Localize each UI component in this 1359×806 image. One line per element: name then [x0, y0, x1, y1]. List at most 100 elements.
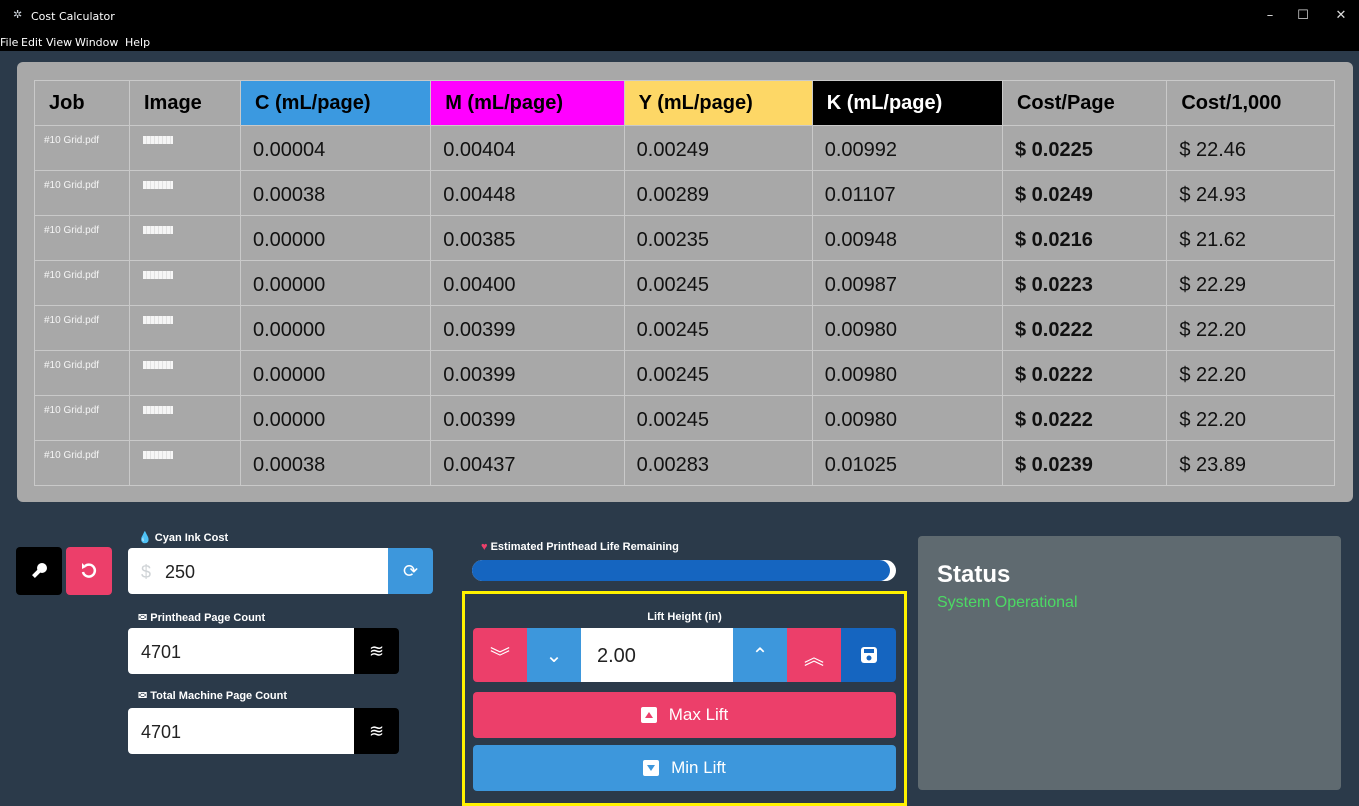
yellow-cell: 0.00245	[623, 305, 813, 351]
cyan-cell: 0.00000	[239, 395, 432, 441]
cost-1000-cell: $ 23.89	[1166, 440, 1335, 486]
droplet-icon: 💧	[138, 532, 152, 544]
app-icon: ✲	[13, 9, 23, 21]
yellow-cell: 0.00245	[623, 260, 813, 306]
maximize-button[interactable]: ☐	[1288, 6, 1318, 26]
lift-height-input[interactable]: 2.00	[581, 628, 733, 682]
table-row[interactable]: #10 Grid.pdf 0.00000 0.00399 0.00245 0.00980…	[34, 350, 1335, 396]
minimize-button[interactable]: –	[1255, 6, 1285, 26]
job-thumbnail	[143, 316, 173, 324]
save-lift-button[interactable]	[841, 628, 896, 682]
cost-page-cell: $ 0.0249	[1001, 170, 1168, 216]
table-row[interactable]: #10 Grid.pdf 0.00000 0.00399 0.00245 0.00980…	[34, 395, 1335, 441]
refresh-button[interactable]: ⟳	[388, 548, 433, 594]
magenta-cell: 0.00404	[430, 125, 625, 171]
magenta-cell: 0.00385	[430, 215, 625, 261]
black-cell: 0.01107	[811, 170, 1003, 216]
cost-page-cell: $ 0.0223	[1001, 260, 1168, 306]
header-job: Job	[34, 80, 130, 126]
yellow-cell: 0.00249	[623, 125, 813, 171]
header-cost-page: Cost/Page	[1001, 80, 1168, 126]
table-header-row: Job Image C (mL/page) M (mL/page) Y (mL/…	[34, 80, 1335, 126]
magenta-cell: 0.00437	[430, 440, 625, 486]
menu-bar: File Edit View Window Help	[0, 33, 1359, 51]
image-cell	[129, 440, 241, 486]
black-cell: 0.00987	[811, 260, 1003, 306]
printhead-count-settings-button[interactable]: ≋	[354, 628, 399, 674]
image-cell	[129, 305, 241, 351]
cyan-cell: 0.00038	[239, 440, 432, 486]
min-lift-label: Min Lift	[671, 758, 726, 777]
menu-file[interactable]: File	[0, 36, 18, 49]
image-cell	[129, 125, 241, 171]
table-row[interactable]: #10 Grid.pdf 0.00000 0.00385 0.00235 0.00948…	[34, 215, 1335, 261]
reset-button[interactable]	[66, 547, 112, 595]
jobs-table-panel: Job Image C (mL/page) M (mL/page) Y (mL/…	[17, 62, 1353, 502]
black-cell: 0.00980	[811, 395, 1003, 441]
sliders-icon: ≋	[368, 640, 385, 661]
save-icon	[860, 647, 877, 663]
black-cell: 0.01025	[811, 440, 1003, 486]
black-cell: 0.00992	[811, 125, 1003, 171]
lift-up-fast-button[interactable]: ︽	[787, 628, 841, 682]
chevron-up-icon: ⌃	[751, 644, 769, 667]
job-thumbnail	[143, 136, 173, 144]
table-row[interactable]: #10 Grid.pdf 0.00000 0.00399 0.00245 0.00980…	[34, 305, 1335, 351]
job-thumbnail	[143, 361, 173, 369]
image-cell	[129, 215, 241, 261]
table-row[interactable]: #10 Grid.pdf 0.00004 0.00404 0.00249 0.00992…	[34, 125, 1335, 171]
header-black: K (mL/page)	[811, 80, 1003, 126]
cyan-cell: 0.00000	[239, 305, 432, 351]
printhead-page-count-input[interactable]: 4701	[128, 628, 354, 674]
job-thumbnail	[143, 451, 173, 459]
cost-page-cell: $ 0.0225	[1001, 125, 1168, 171]
max-lift-button[interactable]: Max Lift	[473, 692, 896, 738]
caret-up-square-icon	[640, 707, 657, 723]
lift-height-label: Lift Height (in)	[647, 611, 722, 623]
header-cost-1000: Cost/1,000	[1166, 80, 1335, 126]
image-cell	[129, 395, 241, 441]
cost-1000-cell: $ 22.20	[1166, 305, 1335, 351]
job-thumbnail	[143, 406, 173, 414]
magenta-cell: 0.00399	[430, 395, 625, 441]
table-row[interactable]: #10 Grid.pdf 0.00038 0.00437 0.00283 0.01025…	[34, 440, 1335, 486]
yellow-cell: 0.00235	[623, 215, 813, 261]
cyan-cell: 0.00004	[239, 125, 432, 171]
lift-up-button[interactable]: ⌃	[733, 628, 787, 682]
table-row[interactable]: #10 Grid.pdf 0.00000 0.00400 0.00245 0.00987…	[34, 260, 1335, 306]
menu-window[interactable]: Window	[75, 36, 118, 49]
cyan-cell: 0.00000	[239, 215, 432, 261]
cost-1000-cell: $ 22.46	[1166, 125, 1335, 171]
black-cell: 0.00980	[811, 350, 1003, 396]
status-panel: Status System Operational	[918, 536, 1341, 790]
job-cell: #10 Grid.pdf	[34, 440, 130, 486]
cost-page-cell: $ 0.0222	[1001, 395, 1168, 441]
cost-page-cell: $ 0.0216	[1001, 215, 1168, 261]
job-cell: #10 Grid.pdf	[34, 125, 130, 171]
table-row[interactable]: #10 Grid.pdf 0.00038 0.00448 0.00289 0.01107…	[34, 170, 1335, 216]
printhead-page-count-label: ✉ Printhead Page Count	[138, 612, 266, 624]
lift-control-panel: Lift Height (in) ︾ ⌄ 2.00 ⌃ ︽ Max Lift M…	[462, 591, 907, 806]
cost-1000-cell: $ 22.29	[1166, 260, 1335, 306]
envelope-icon: ✉	[138, 690, 148, 702]
image-cell	[129, 170, 241, 216]
lift-down-button[interactable]: ⌄	[527, 628, 581, 682]
menu-view[interactable]: View	[46, 36, 72, 49]
refresh-icon: ⟳	[402, 560, 419, 581]
job-cell: #10 Grid.pdf	[34, 395, 130, 441]
cost-1000-cell: $ 22.20	[1166, 350, 1335, 396]
magenta-cell: 0.00399	[430, 350, 625, 396]
close-button[interactable]: ✕	[1326, 6, 1356, 26]
lift-down-fast-button[interactable]: ︾	[473, 628, 527, 682]
menu-help[interactable]: Help	[125, 36, 150, 49]
cyan-ink-cost-input[interactable]: $250	[128, 548, 388, 594]
key-button[interactable]	[16, 547, 62, 595]
cyan-ink-cost-label: 💧 Cyan Ink Cost	[138, 532, 229, 544]
menu-edit[interactable]: Edit	[21, 36, 42, 49]
job-cell: #10 Grid.pdf	[34, 305, 130, 351]
total-machine-page-count-input[interactable]: 4701	[128, 708, 354, 754]
job-thumbnail	[143, 181, 173, 189]
machine-count-settings-button[interactable]: ≋	[354, 708, 399, 754]
status-title: Status	[937, 561, 1011, 588]
min-lift-button[interactable]: Min Lift	[473, 745, 896, 791]
